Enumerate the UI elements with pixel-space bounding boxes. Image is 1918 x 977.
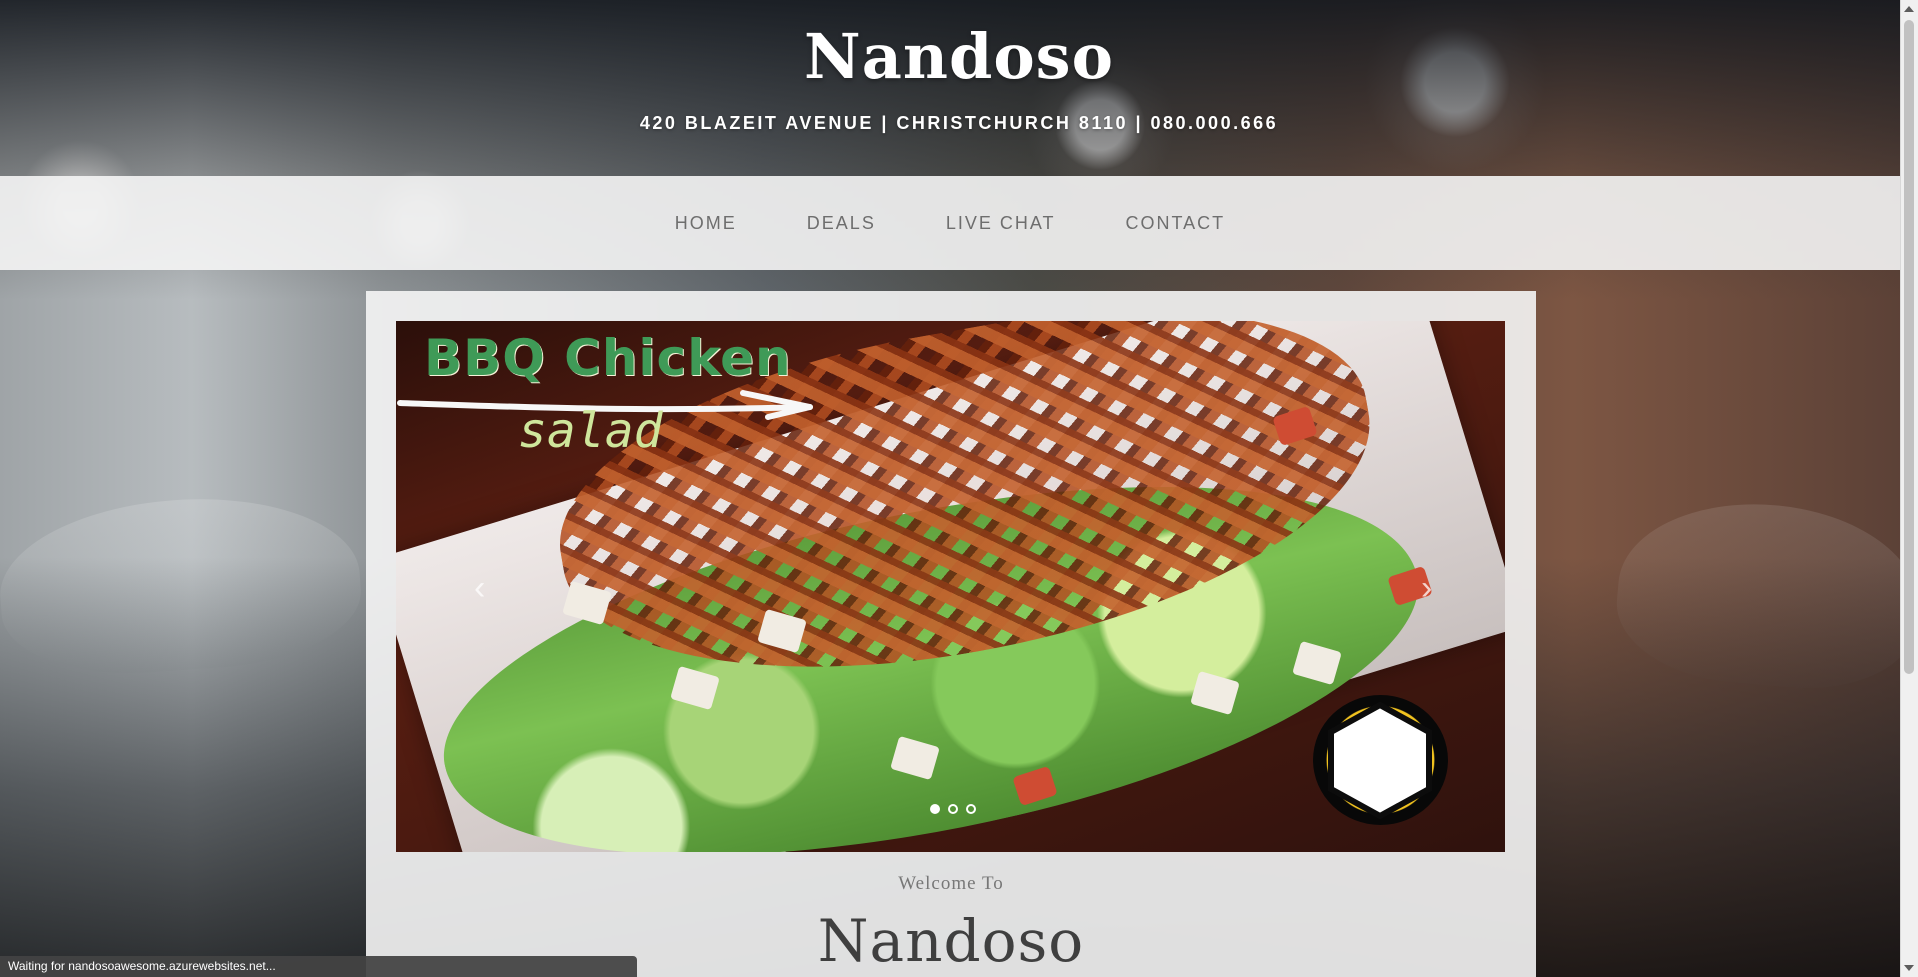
browser-status-bar: Waiting for nandosoawesome.azurewebsites… [0, 956, 637, 977]
restaurant-table-left [0, 487, 366, 683]
nav-home[interactable]: HOME [675, 213, 737, 234]
welcome-label: Welcome To [898, 873, 1004, 894]
carousel-indicators [930, 804, 976, 814]
site-title: Nandoso [804, 20, 1114, 93]
scroll-down-icon[interactable] [1904, 965, 1914, 971]
chevron-right-icon: › [1421, 569, 1433, 607]
nav-contact[interactable]: CONTACT [1126, 213, 1226, 234]
nav-deals[interactable]: DEALS [807, 213, 876, 234]
scroll-up-icon[interactable] [1904, 6, 1914, 12]
main-navigation: HOME DEALS LIVE CHAT CONTACT [0, 176, 1900, 270]
carousel-headline: BBQ Chicken [424, 329, 792, 387]
site-header: Nandoso 420 BLAZEIT AVENUE | CHRISTCHURC… [0, 0, 1918, 144]
site-address: 420 BLAZEIT AVENUE | CHRISTCHURCH 8110 |… [639, 113, 1279, 133]
chevron-left-icon: ‹ [474, 569, 486, 607]
content-card: BBQ Chicken salad ‹ › Welcome To Nandoso [366, 291, 1536, 977]
promo-badge [1313, 695, 1448, 825]
scrollbar-thumb[interactable] [1904, 20, 1914, 674]
promo-carousel: BBQ Chicken salad ‹ › [396, 321, 1505, 852]
carousel-subheadline: salad [518, 403, 663, 459]
carousel-dot-3[interactable] [966, 804, 976, 814]
carousel-next-button[interactable]: › [1421, 571, 1432, 605]
hexagon-icon [1328, 701, 1432, 820]
page-scrollbar[interactable] [1900, 0, 1918, 977]
restaurant-table-right [1610, 492, 1918, 698]
carousel-prev-button[interactable]: ‹ [474, 571, 485, 605]
nav-live-chat[interactable]: LIVE CHAT [946, 213, 1056, 234]
carousel-dot-2[interactable] [948, 804, 958, 814]
carousel-dot-1[interactable] [930, 804, 940, 814]
